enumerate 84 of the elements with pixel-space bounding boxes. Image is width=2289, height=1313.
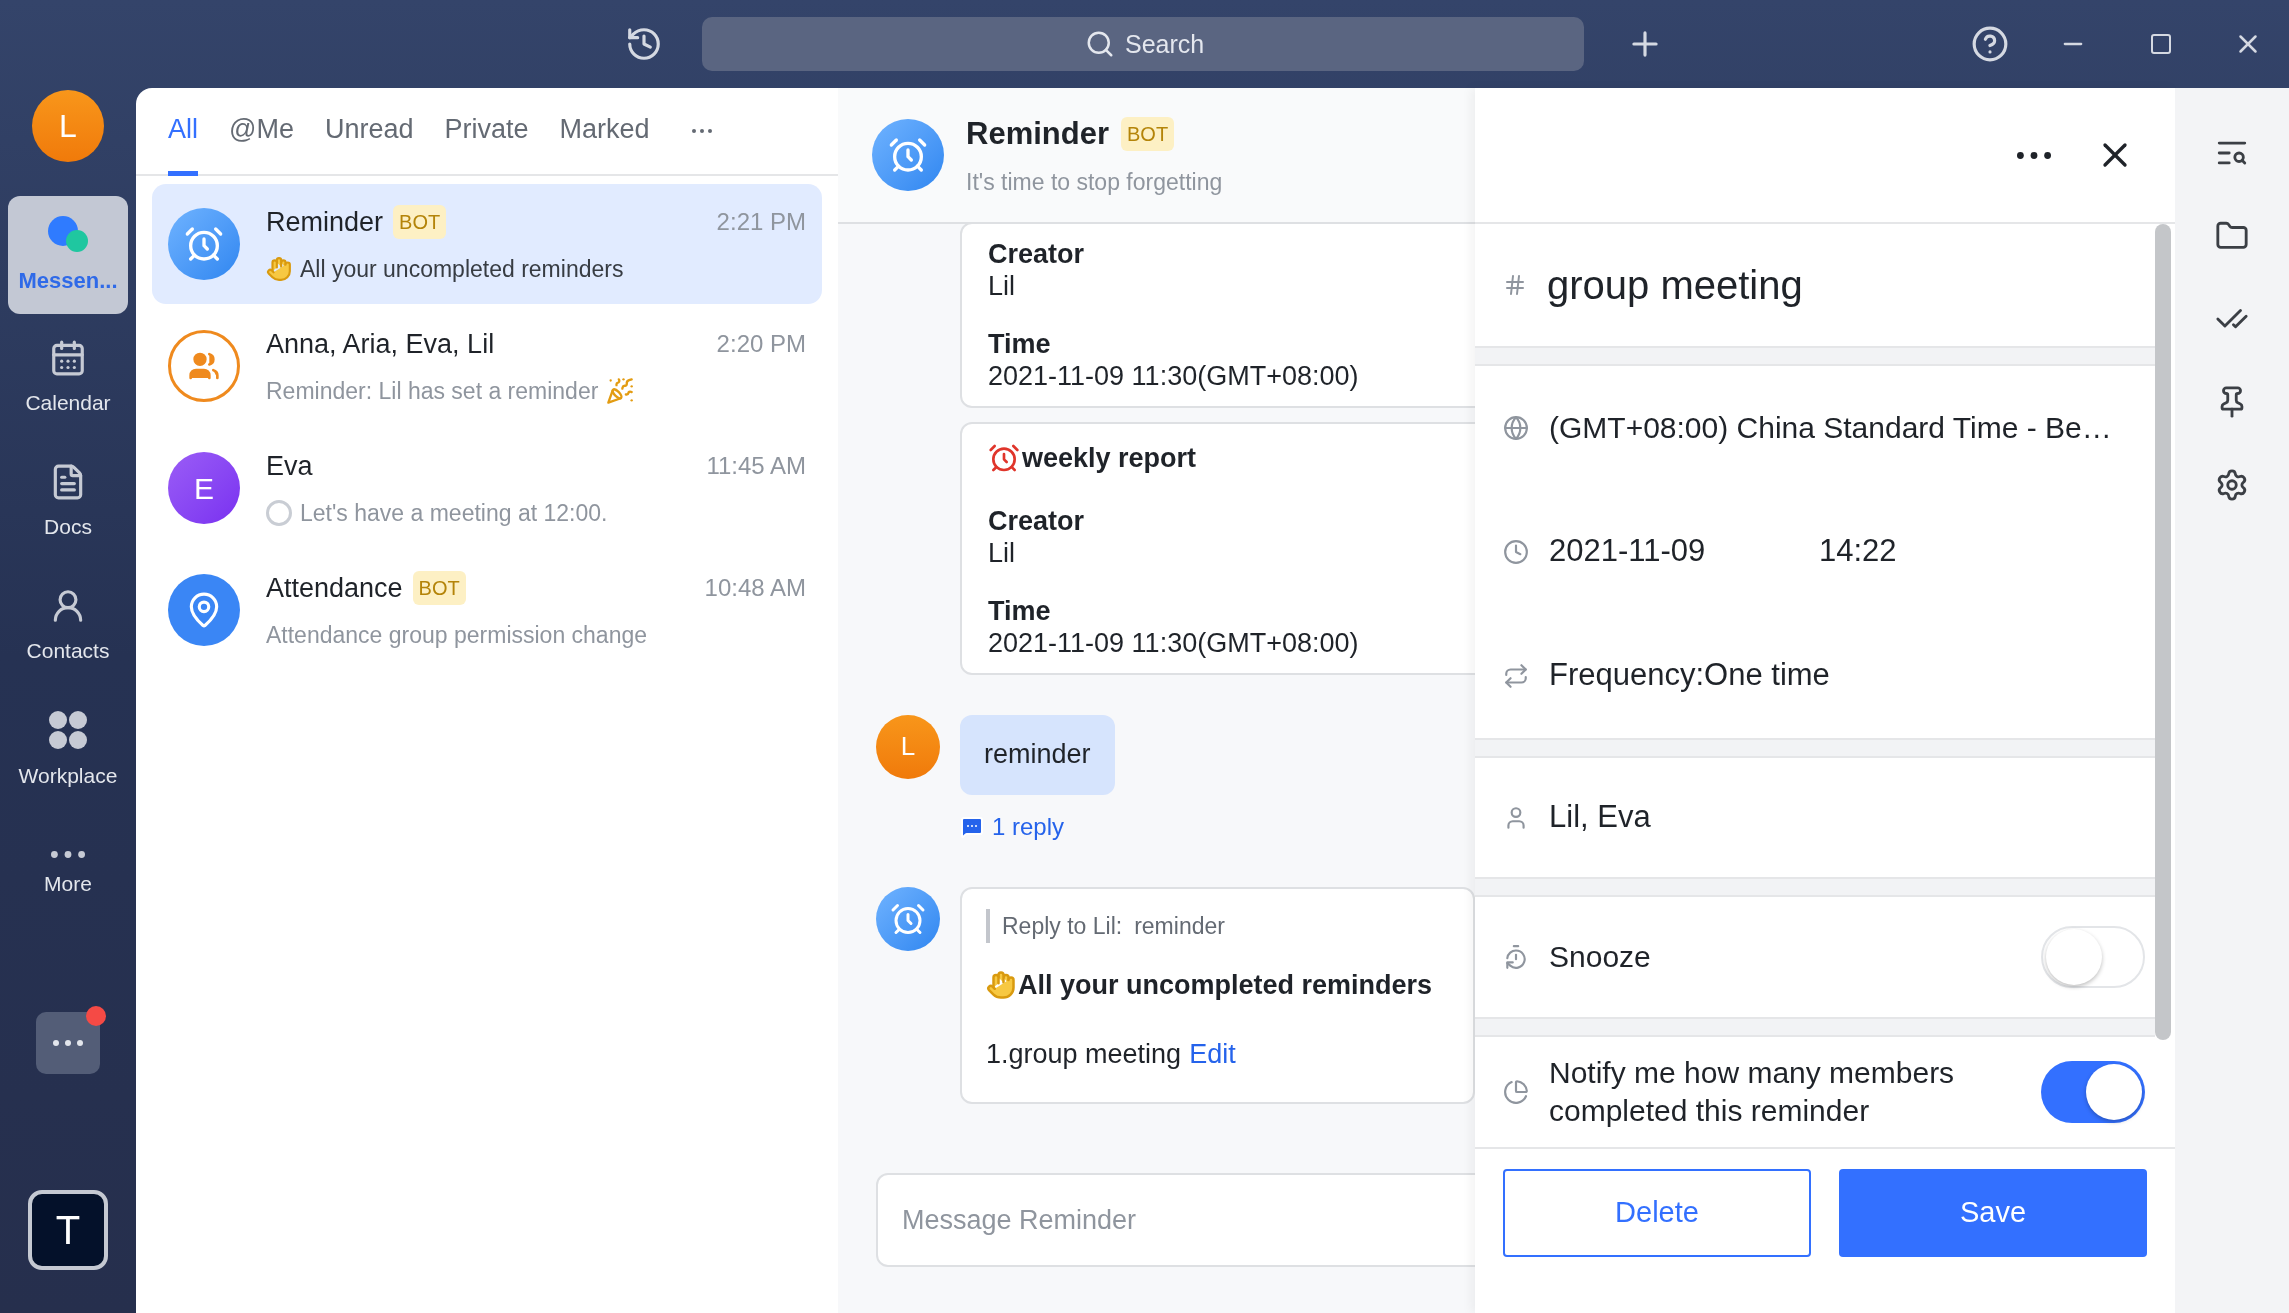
party-popper-icon <box>606 377 635 406</box>
globe-icon <box>1503 414 1529 441</box>
card-heading: All your uncompleted reminders <box>1018 969 1433 1002</box>
chat-preview: All your uncompleted reminders <box>300 255 624 284</box>
field-value: 2021-11-09 11:30(GMT+08:00) <box>988 360 1360 392</box>
filter-tab[interactable]: @Me <box>229 88 294 176</box>
chat-name: Anna, Aria, Eva, Lil <box>266 327 495 361</box>
field-label: Time <box>988 328 1052 360</box>
members-text[interactable]: Lil, Eva <box>1549 794 1651 841</box>
quote-label: Reply to Lil: <box>1002 911 1123 941</box>
chat-preview: Reminder: Lil has set a reminder <box>266 377 599 406</box>
hash-icon <box>1503 272 1527 297</box>
quote-text: reminder <box>1134 911 1225 941</box>
chat-row[interactable]: Attendance BOT 10:48 AM Attendance group permission change <box>152 550 822 670</box>
scrollbar[interactable] <box>2155 224 2171 1040</box>
more-icon[interactable] <box>2017 151 2051 159</box>
chat-time: 2:20 PM <box>716 328 806 359</box>
filter-tab[interactable]: Marked <box>559 88 650 176</box>
edit-link[interactable]: Edit <box>1189 1033 1236 1074</box>
delete-button[interactable]: Delete <box>1503 1169 1811 1257</box>
chat-row[interactable]: Reminder BOT 2:21 PM All your uncompleted reminders <box>152 184 822 304</box>
bot-tag: BOT <box>412 570 466 605</box>
chat-bubbles-icon <box>46 213 90 254</box>
comment-icon <box>960 814 984 839</box>
toggle-switch[interactable] <box>2041 1061 2145 1124</box>
field-value: 2021-11-09 11:30(GMT+08:00) <box>988 626 1360 659</box>
chat-name: Eva <box>266 449 313 483</box>
filter-tab[interactable]: Private <box>444 88 529 176</box>
chat-time: 11:45 AM <box>706 450 806 481</box>
chat-title: Reminder <box>966 114 1109 153</box>
more-icon <box>51 850 85 858</box>
letter-avatar: E <box>168 452 240 524</box>
frequency-text[interactable]: Frequency:One time <box>1549 652 1830 699</box>
card-heading: weekly report <box>1022 442 1197 475</box>
settings-icon[interactable] <box>2215 468 2249 502</box>
filter-tab[interactable]: All <box>168 88 198 176</box>
chat-preview: Let's have a meeting at 12:00. <box>300 499 608 528</box>
field-label: Creator <box>988 504 1086 537</box>
chat-name: Attendance <box>266 571 403 605</box>
bot-tag: BOT <box>393 204 447 239</box>
chat-row[interactable]: Anna, Aria, Eva, Lil 2:20 PM Reminder: Lil has set a reminder <box>152 306 822 426</box>
bot-tag: BOT <box>1121 116 1175 151</box>
timezone-text[interactable]: (GMT+08:00) China Standard Time - Be… <box>1549 405 2112 451</box>
toggle-label: Snooze <box>1549 939 1652 976</box>
calendar-icon <box>49 339 87 378</box>
chat-time: 2:21 PM <box>716 206 806 237</box>
app-tile[interactable]: T <box>28 1190 108 1270</box>
save-button[interactable]: Save <box>1839 1169 2147 1257</box>
search-field[interactable]: Search <box>702 17 1584 71</box>
sidebar-item[interactable]: Docs <box>8 444 128 562</box>
message-input[interactable]: Message Reminder <box>876 1173 1475 1267</box>
reminder-item: 1.group meeting <box>986 1037 1182 1071</box>
message-bubble: reminder <box>960 714 1115 795</box>
pie-chart-icon <box>1503 1079 1529 1106</box>
chat-row[interactable]: E Eva 11:45 AM Let's have a meeting at 12:00. <box>152 428 822 548</box>
sidebar-item[interactable]: Contacts <box>8 568 128 686</box>
chat-time: 10:48 AM <box>704 572 806 603</box>
date-text[interactable]: 2021-11-09 <box>1549 528 1799 575</box>
sidebar-item[interactable]: Workplace <box>8 692 128 810</box>
user-avatar: L <box>876 714 940 779</box>
history-icon[interactable] <box>625 25 663 63</box>
search-icon <box>1085 29 1115 59</box>
grid-icon <box>48 710 88 751</box>
toggle-label: Notify me how many members completed this reminder <box>1549 1055 1956 1130</box>
chat-preview: Attendance group permission change <box>266 621 648 650</box>
field-value: Lil <box>988 270 1016 302</box>
more-icon <box>52 1040 84 1046</box>
repeat-icon <box>1503 662 1529 689</box>
sidebar-item[interactable]: More <box>8 816 128 934</box>
field-label: Creator <box>988 238 1086 270</box>
clock-icon <box>1503 538 1529 565</box>
help-icon[interactable] <box>1971 25 2009 63</box>
chat-name: Reminder <box>266 205 384 239</box>
time-text[interactable]: 14:22 <box>1819 528 1897 575</box>
chat-subtitle: It's time to stop forgetting <box>966 168 1223 197</box>
filter-tab[interactable]: Unread <box>324 88 414 176</box>
reminder-title: group meeting <box>1547 261 1803 309</box>
field-value: Lil <box>988 536 1016 569</box>
more-tile[interactable] <box>36 1012 100 1074</box>
sidebar-item[interactable]: Calendar <box>8 320 128 438</box>
maximize-icon[interactable] <box>2149 32 2173 56</box>
field-label: Time <box>988 594 1052 627</box>
snooze-icon <box>1503 944 1529 971</box>
reply-count-link[interactable]: 1 reply <box>960 808 1115 845</box>
